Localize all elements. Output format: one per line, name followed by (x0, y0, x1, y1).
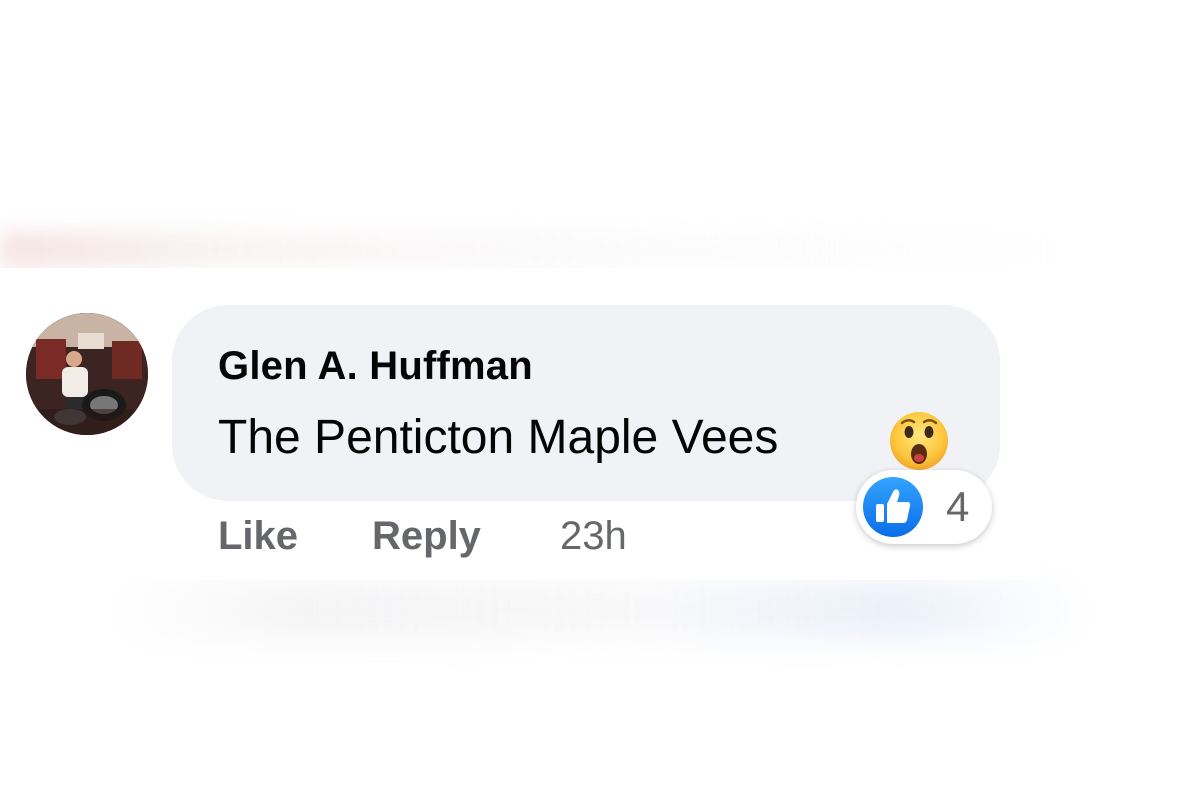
reaction-count: 4 (946, 483, 970, 530)
comment-text: The Penticton Maple Vees (218, 411, 779, 464)
comment-bubble (172, 305, 1000, 501)
avatar[interactable] (26, 313, 148, 435)
like-icon (863, 477, 923, 537)
blurred-background-top (0, 232, 1100, 268)
astonished-face-icon (890, 412, 948, 470)
comment-timestamp[interactable]: 23h (560, 514, 627, 559)
reaction-summary[interactable]: 4 (856, 470, 992, 544)
comment-author-name[interactable]: Glen A. Huffman (218, 344, 533, 389)
like-button[interactable]: Like (218, 514, 298, 559)
reply-button[interactable]: Reply (372, 514, 481, 559)
comment-screenshot: Glen A. Huffman The Penticton Maple Vees (0, 0, 1200, 800)
blurred-background-bottom (110, 580, 1090, 640)
profile-photo-icon (26, 313, 148, 435)
